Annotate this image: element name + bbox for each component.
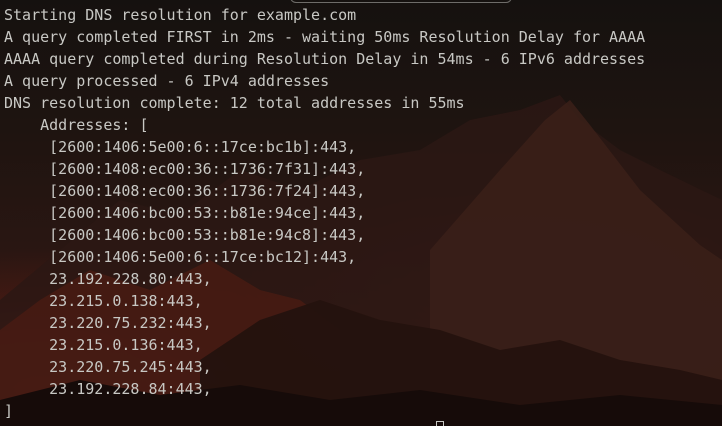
output-line: A query processed - 6 IPv4 addresses: [4, 72, 330, 90]
output-line: Addresses: [: [4, 116, 149, 134]
address-line: [2600:1408:ec00:36::1736:7f24]:443,: [4, 182, 366, 200]
block-cursor-icon: [436, 421, 444, 426]
address-line: 23.192.228.80:443,: [4, 270, 212, 288]
output-line: Starting DNS resolution for example.com: [4, 6, 357, 24]
address-line: [2600:1406:bc00:53::b81e:94ce]:443,: [4, 204, 366, 222]
output-line: ]: [4, 402, 14, 420]
address-line: [2600:1408:ec00:36::1736:7f31]:443,: [4, 160, 366, 178]
address-line: 23.220.75.245:443,: [4, 358, 212, 376]
output-line: DNS resolution complete: 12 total addres…: [4, 94, 465, 112]
output-line: AAAA query completed during Resolution D…: [4, 50, 646, 68]
address-line: 23.215.0.136:443,: [4, 336, 203, 354]
address-line: [2600:1406:bc00:53::b81e:94c8]:443,: [4, 226, 366, 244]
output-line: A query completed FIRST in 2ms - waiting…: [4, 28, 646, 46]
address-line: 23.192.228.84:443,: [4, 380, 212, 398]
terminal-output[interactable]: Starting DNS resolution for example.com A…: [4, 4, 645, 422]
address-line: 23.215.0.138:443,: [4, 292, 203, 310]
address-line: [2600:1406:5e00:6::17ce:bc1b]:443,: [4, 138, 357, 156]
terminal-window[interactable]: Starting DNS resolution for example.com A…: [0, 0, 722, 426]
address-line: [2600:1406:5e00:6::17ce:bc12]:443,: [4, 248, 357, 266]
address-line: 23.220.75.232:443,: [4, 314, 212, 332]
window-title-fragment: [290, 0, 512, 3]
